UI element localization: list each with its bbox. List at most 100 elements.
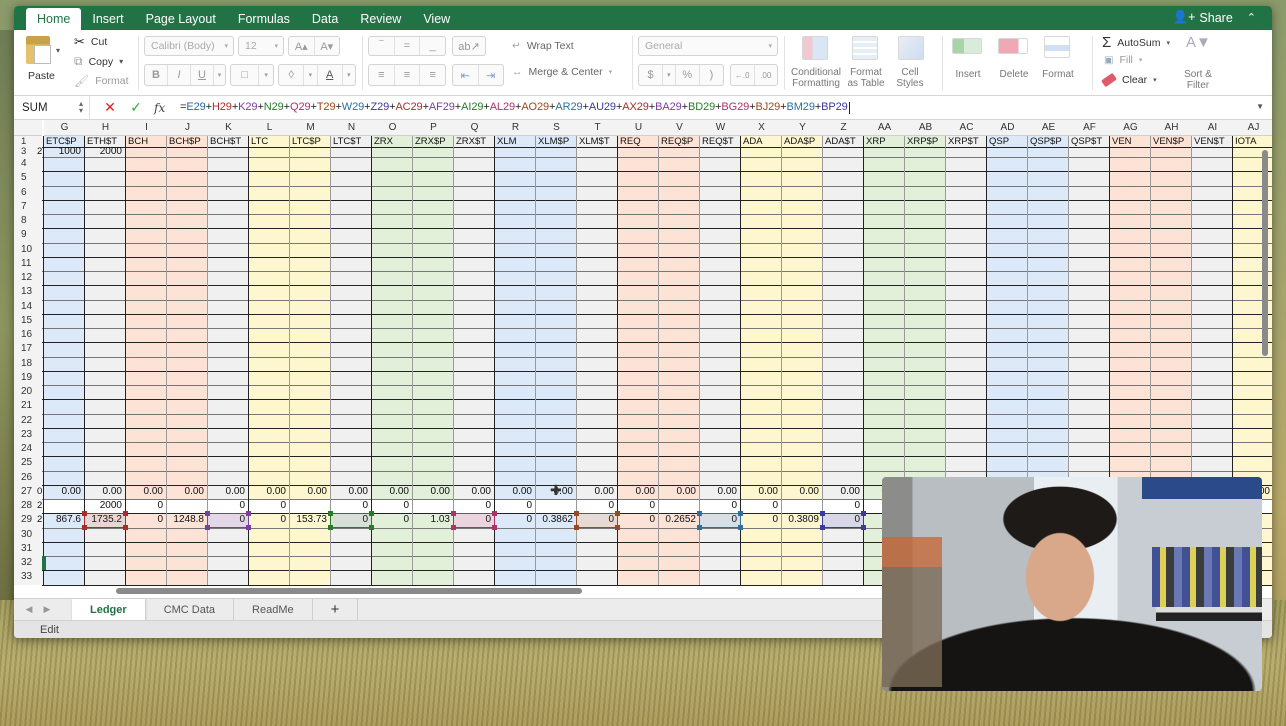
cell-M27[interactable]: 0.00 (290, 485, 329, 499)
resize-handle[interactable] (246, 511, 251, 517)
cell-R27[interactable]: 0.00 (495, 485, 534, 499)
clear-button[interactable]: Clear ▾ (1100, 72, 1157, 88)
resize-handle[interactable] (369, 511, 374, 517)
copy-dropdown-icon[interactable]: ▾ (119, 57, 123, 66)
align-top-icon[interactable]: ‾ (369, 37, 395, 55)
header-cell-H[interactable]: ETH$T (85, 136, 126, 147)
row-header-15[interactable]: 15 (14, 313, 42, 328)
cell-N28[interactable]: 0 (331, 499, 370, 513)
header-cell-V[interactable]: REQ$P (659, 136, 700, 147)
header-cell-I[interactable]: BCH (126, 136, 167, 147)
cut-button[interactable]: ✂ Cut (74, 34, 107, 50)
autosum-button[interactable]: Σ AutoSum ▾ (1102, 34, 1170, 51)
row-header-30[interactable]: 30 (14, 527, 42, 542)
resize-handle[interactable] (82, 524, 87, 530)
cell-P29[interactable]: 1.03 (413, 513, 452, 527)
comma-style-button[interactable]: ) (700, 65, 723, 85)
underline-dropdown-icon[interactable]: ▾ (214, 65, 225, 85)
row-header-33[interactable]: 33 (14, 570, 42, 585)
formula-input[interactable]: =E29+H29+K29+N29+Q29+T29+W29+Z29+AC29+AF… (180, 101, 850, 114)
header-cell-AE[interactable]: QSP$P (1028, 136, 1069, 147)
tab-data[interactable]: Data (301, 8, 349, 30)
cell-I29[interactable]: 0 (126, 513, 165, 527)
tab-home[interactable]: Home (26, 8, 82, 30)
column-header-AE[interactable]: AE (1028, 120, 1069, 136)
cell-O28[interactable]: 0 (372, 499, 411, 513)
row-header-1[interactable]: 1 (14, 136, 42, 147)
resize-handle[interactable] (451, 524, 456, 530)
row-header-32[interactable]: 32 (14, 556, 42, 571)
share-button[interactable]: 👤+ Share ⌃ (1173, 10, 1256, 25)
align-right-icon[interactable]: ≡ (420, 65, 445, 85)
resize-handle[interactable] (861, 524, 866, 530)
sheet-tab-ledger[interactable]: Ledger (72, 599, 146, 620)
cell-Q27[interactable]: 0.00 (454, 485, 493, 499)
header-cell-W[interactable]: REQ$T (700, 136, 741, 147)
format-as-table-button[interactable]: Format as Table (844, 67, 888, 89)
align-bottom-icon[interactable]: _ (420, 37, 445, 55)
resize-handle[interactable] (861, 511, 866, 517)
column-header-L[interactable]: L (249, 120, 290, 136)
header-cell-AH[interactable]: VEN$P (1151, 136, 1192, 147)
delete-cells-button[interactable]: Delete (994, 69, 1034, 80)
header-cell-Q[interactable]: ZRX$T (454, 136, 495, 147)
cell-L27[interactable]: 0.00 (249, 485, 288, 499)
column-header-O[interactable]: O (372, 120, 413, 136)
column-header-G[interactable]: G (44, 120, 85, 136)
cancel-formula-icon[interactable]: ✕ (100, 99, 120, 116)
column-header-Y[interactable]: Y (782, 120, 823, 136)
cell-S29[interactable]: 0.3862 (536, 513, 575, 527)
cell-V27[interactable]: 0.00 (659, 485, 698, 499)
header-cell-J[interactable]: BCH$P (167, 136, 208, 147)
column-header-S[interactable]: S (536, 120, 577, 136)
column-header-AA[interactable]: AA (864, 120, 905, 136)
align-left-icon[interactable]: ≡ (369, 65, 395, 85)
row-header-24[interactable]: 24 (14, 442, 42, 457)
header-cell-P[interactable]: ZRX$P (413, 136, 454, 147)
chevron-down-icon[interactable]: ▾ (343, 65, 355, 85)
row-header-10[interactable]: 10 (14, 242, 42, 257)
add-sheet-button[interactable]: + (313, 599, 359, 620)
cell-R29[interactable]: 0 (495, 513, 534, 527)
row-header-6[interactable]: 6 (14, 185, 42, 200)
column-header-AJ[interactable]: AJ (1233, 120, 1272, 136)
resize-handle[interactable] (123, 524, 128, 530)
font-name-select[interactable]: Calibri (Body) ▾ (144, 36, 234, 56)
format-cells-button[interactable]: Format (1038, 69, 1078, 80)
column-header-I[interactable]: I (126, 120, 167, 136)
sort-filter-button[interactable]: Sort & Filter (1176, 69, 1220, 91)
header-cell-R[interactable]: XLM (495, 136, 536, 147)
column-header-J[interactable]: J (167, 120, 208, 136)
row-header-18[interactable]: 18 (14, 356, 42, 371)
cell-N27[interactable]: 0.00 (331, 485, 370, 499)
cell-W28[interactable]: 0 (700, 499, 739, 513)
resize-handle[interactable] (574, 511, 579, 517)
resize-handle[interactable] (574, 524, 579, 530)
expand-formula-bar-icon[interactable]: ▼ (1256, 102, 1264, 111)
resize-handle[interactable] (82, 511, 87, 517)
increase-indent-icon[interactable]: ⇥ (479, 65, 504, 85)
column-header-Q[interactable]: Q (454, 120, 495, 136)
cell-L29[interactable]: 0 (249, 513, 288, 527)
row-header-14[interactable]: 14 (14, 299, 42, 314)
resize-handle[interactable] (328, 511, 333, 517)
header-cell-AJ[interactable]: IOTA (1233, 136, 1272, 147)
row-header-7[interactable]: 7 (14, 199, 42, 214)
cell-Y29[interactable]: 0.3809 (782, 513, 821, 527)
resize-handle[interactable] (820, 511, 825, 517)
row-header-12[interactable]: 12 (14, 271, 42, 286)
select-all-corner[interactable] (14, 120, 42, 136)
cell-X29[interactable]: 0 (741, 513, 780, 527)
next-sheet-icon[interactable]: ▶ (38, 599, 56, 620)
name-box[interactable]: SUM ▴ ▾ (14, 96, 90, 119)
bold-button[interactable]: B (145, 65, 168, 85)
resize-handle[interactable] (328, 524, 333, 530)
wrap-text-button[interactable]: ↵ Wrap Text (512, 40, 574, 52)
header-cell-T[interactable]: XLM$T (577, 136, 618, 147)
cell-X28[interactable]: 0 (741, 499, 780, 513)
header-cell-S[interactable]: XLM$P (536, 136, 577, 147)
row-header-17[interactable]: 17 (14, 342, 42, 357)
column-header-P[interactable]: P (413, 120, 454, 136)
row-header-23[interactable]: 23 (14, 427, 42, 442)
header-cell-Z[interactable]: ADA$T (823, 136, 864, 147)
